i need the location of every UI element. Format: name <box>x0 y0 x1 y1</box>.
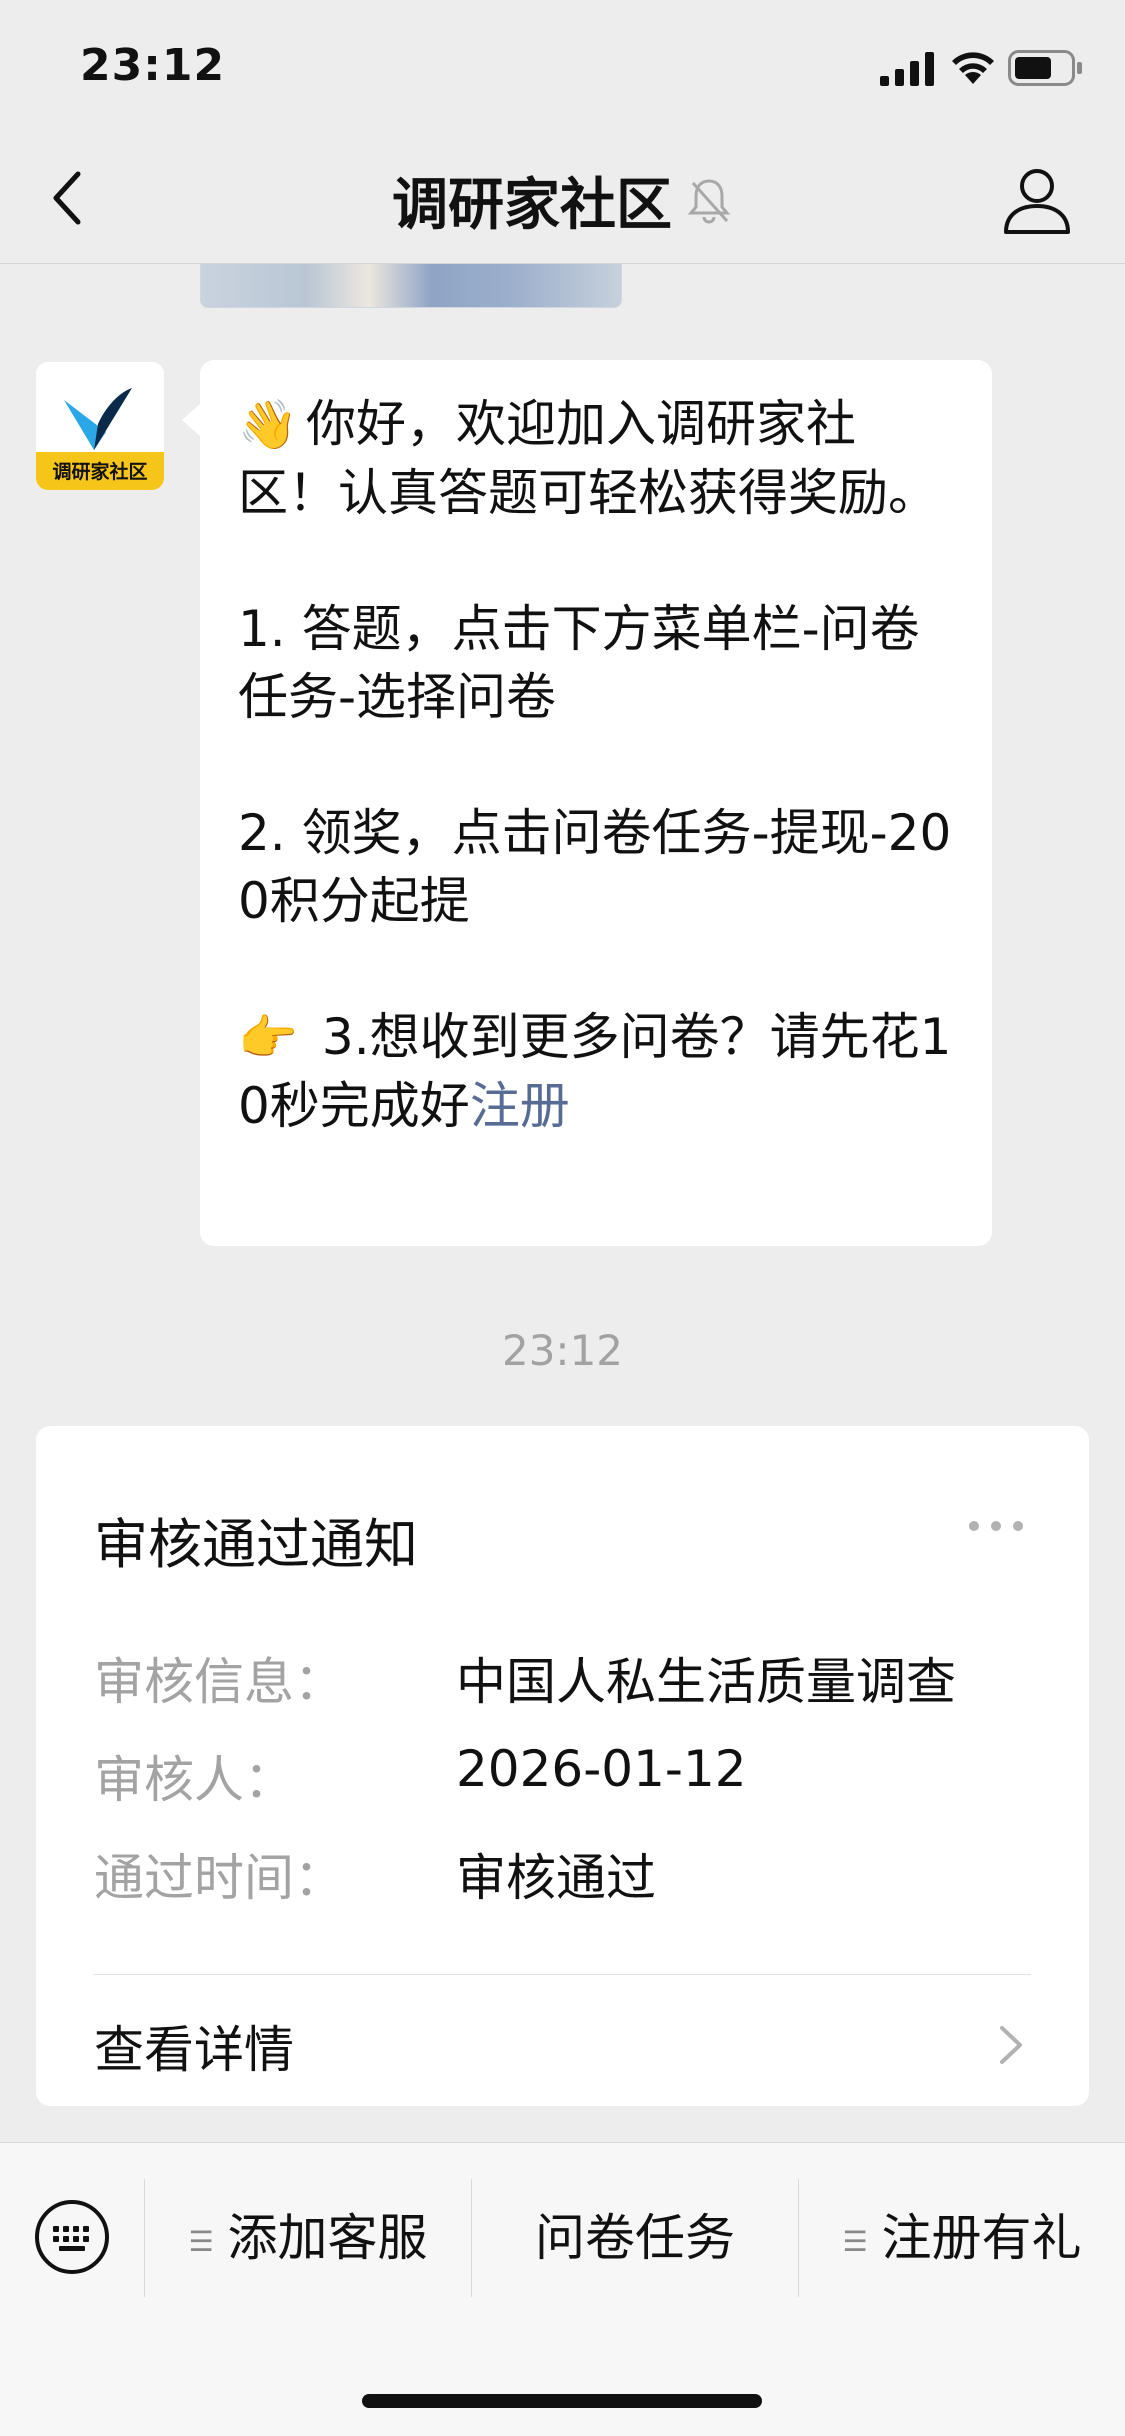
nav-title-group: 调研家社区 <box>0 160 1125 241</box>
menu-item-label: 注册有礼 <box>881 2209 1082 2267</box>
keyboard-icon[interactable] <box>34 2199 110 2275</box>
menu-item-label: 问卷任务 <box>535 2209 735 2267</box>
card-row-value: 中国人私生活质量调查 <box>456 1653 956 1711</box>
message-paragraph: 👋 你好，欢迎加入调研家社区！认真答题可轻松获得奖励。 <box>238 390 954 527</box>
pointing-hand-icon: 👉 <box>238 1010 298 1066</box>
battery-icon <box>1008 50 1082 86</box>
notification-card[interactable]: 审核通过通知 审核信息： 中国人私生活质量调查 审核人： 2026-01-12 … <box>36 1426 1089 2106</box>
view-details-link[interactable]: 查看详情 <box>94 2010 294 2082</box>
menu-item-label: 添加客服 <box>227 2209 428 2267</box>
waving-hand-icon: 👋 <box>238 397 298 453</box>
message-paragraph: 1. 答题，点击下方菜单栏-问卷任务-选择问卷 <box>238 600 920 726</box>
card-row-label: 审核信息： <box>94 1653 344 1711</box>
cellular-signal-icon <box>880 52 934 86</box>
avatar[interactable]: 调研家社区 <box>36 362 164 490</box>
card-row-value: 2026-01-12 <box>456 1740 747 1798</box>
nav-bar: 调研家社区 <box>0 132 1125 264</box>
menu-item-add-support[interactable]: ☰ 添加客服 <box>145 2179 471 2297</box>
submenu-icon: ☰ <box>188 2224 214 2258</box>
message-text: 你好，欢迎加入调研家社区！认真答题可轻松获得奖励。 <box>238 395 938 522</box>
page-title: 调研家社区 <box>391 173 672 238</box>
bottom-menu-bar: ☰ 添加客服 问卷任务 ☰ 注册有礼 <box>0 2142 1125 2436</box>
card-row-label: 审核人： <box>94 1751 294 1809</box>
menu-item-survey-tasks[interactable]: 问卷任务 <box>472 2179 798 2297</box>
card-divider <box>94 1974 1031 1975</box>
message-paragraph: 👉 3.想收到更多问卷？请先花10秒完成好注册 <box>238 1003 954 1140</box>
logo-text: 调研家社区 <box>52 460 147 483</box>
person-icon[interactable] <box>1000 162 1074 236</box>
message-text: 3.想收到更多问卷？请先花10秒完成好 <box>238 1008 952 1135</box>
ellipsis-icon[interactable] <box>966 1518 1026 1534</box>
chevron-right-icon <box>1000 2026 1022 2064</box>
message-timestamp: 23:12 <box>501 1326 624 1375</box>
card-row-value: 审核通过 <box>456 1849 656 1907</box>
menu-item-register-gift[interactable]: ☰ 注册有礼 <box>799 2179 1125 2297</box>
submenu-icon: ☰ <box>842 2224 868 2258</box>
status-time: 23:12 <box>80 40 226 91</box>
previous-image-message[interactable] <box>200 264 622 308</box>
message-bubble[interactable]: 👋 你好，欢迎加入调研家社区！认真答题可轻松获得奖励。 1. 答题，点击下方菜单栏… <box>182 360 992 1246</box>
bell-slash-icon <box>687 178 731 223</box>
card-title: 审核通过通知 <box>94 1513 418 1576</box>
community-logo: 调研家社区 <box>36 362 164 490</box>
wifi-icon <box>952 52 994 84</box>
register-link[interactable]: 注册 <box>470 1077 570 1135</box>
message-paragraph: 2. 领奖，点击问卷任务-提现-200积分起提 <box>238 804 952 930</box>
card-row-label: 通过时间： <box>94 1849 344 1907</box>
home-indicator[interactable] <box>362 2394 762 2408</box>
status-bar: 23:12 <box>0 0 1125 132</box>
